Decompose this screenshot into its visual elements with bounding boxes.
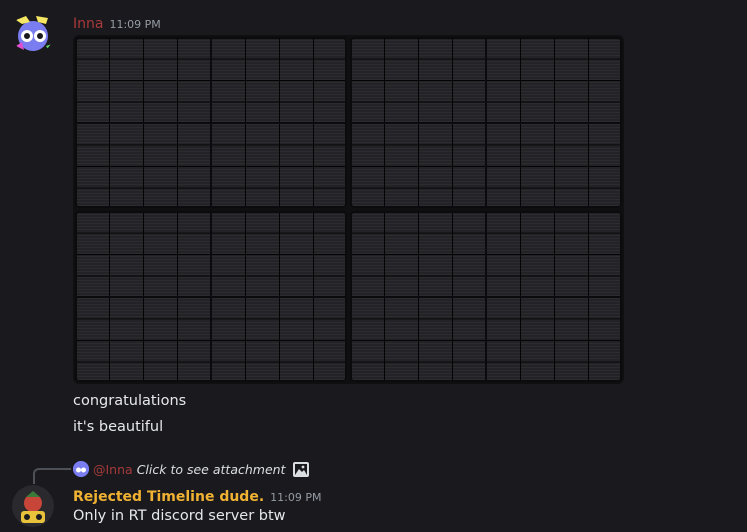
avatar[interactable] <box>12 485 54 527</box>
author-name[interactable]: Inna <box>73 16 103 32</box>
reply-mention[interactable]: @Inna <box>93 462 133 477</box>
image-quadrant <box>75 211 347 382</box>
image-quadrant <box>350 37 622 208</box>
reply-avatar <box>73 461 89 477</box>
timestamp: 11:09 PM <box>109 18 161 31</box>
reply-connector <box>33 468 71 484</box>
user-avatar-icon <box>12 12 54 54</box>
reply-preview[interactable]: @Inna Click to see attachment <box>73 461 310 477</box>
message-text: Only in RT discord server btw <box>73 508 286 524</box>
image-quadrant <box>350 211 622 382</box>
author-name[interactable]: Rejected Timeline dude. <box>73 489 264 505</box>
message-text: it's beautiful <box>73 419 164 435</box>
user-avatar-icon <box>12 485 54 527</box>
reply-hint[interactable]: Click to see attachment <box>137 462 286 477</box>
image-attachment[interactable] <box>73 35 624 384</box>
image-icon <box>293 461 310 477</box>
reply-avatar-icon <box>73 461 89 477</box>
avatar[interactable] <box>12 12 54 54</box>
image-quadrant <box>75 37 347 208</box>
message-text: congratulations <box>73 393 187 409</box>
timestamp: 11:09 PM <box>270 491 322 504</box>
